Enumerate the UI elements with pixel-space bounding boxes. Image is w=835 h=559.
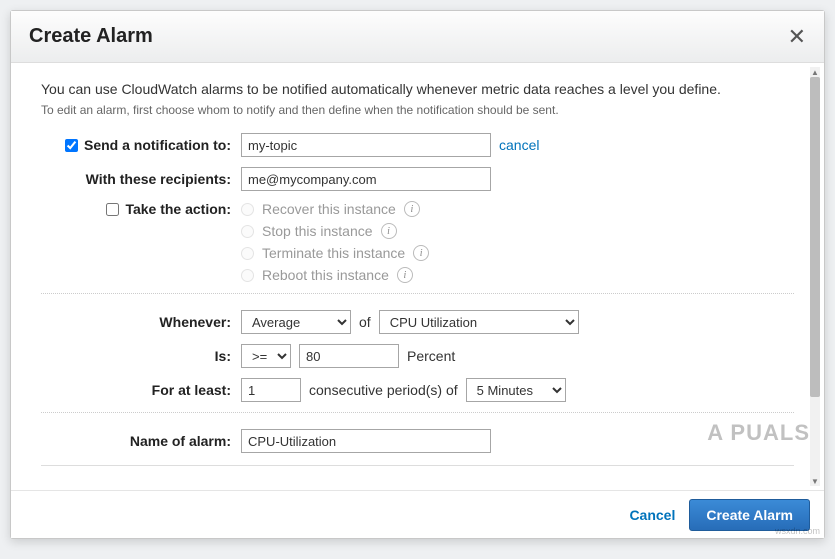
is-label: Is: [215, 348, 231, 364]
take-action-checkbox[interactable] [106, 203, 119, 216]
create-alarm-button[interactable]: Create Alarm [689, 499, 810, 531]
divider [41, 412, 794, 413]
take-action-label: Take the action: [125, 201, 231, 217]
sub-intro-text: To edit an alarm, first choose whom to n… [41, 103, 794, 117]
divider [41, 293, 794, 294]
action-reboot-radio[interactable] [241, 269, 254, 282]
info-icon[interactable]: i [397, 267, 413, 283]
info-icon[interactable]: i [404, 201, 420, 217]
statistic-select[interactable]: Average [241, 310, 351, 334]
action-recover: Recover this instance i [241, 201, 420, 217]
action-reboot: Reboot this instance i [241, 267, 413, 283]
threshold-input[interactable] [299, 344, 399, 368]
consecutive-text: consecutive period(s) of [309, 382, 458, 398]
action-terminate: Terminate this instance i [241, 245, 429, 261]
recipients-label: With these recipients: [86, 171, 231, 187]
action-recover-radio[interactable] [241, 203, 254, 216]
row-for-at-least: For at least: consecutive period(s) of 5… [41, 378, 794, 402]
percent-text: Percent [407, 348, 455, 364]
info-icon[interactable]: i [381, 223, 397, 239]
action-reboot-label: Reboot this instance [262, 267, 389, 283]
notification-cancel-link[interactable]: cancel [499, 137, 539, 153]
periods-input[interactable] [241, 378, 301, 402]
scrollbar-thumb[interactable] [810, 77, 820, 397]
notification-topic-input[interactable] [241, 133, 491, 157]
alarm-name-label: Name of alarm: [130, 433, 231, 449]
dialog-header: Create Alarm ✕ [11, 11, 824, 63]
alarm-name-input[interactable] [241, 429, 491, 453]
dialog-footer: Cancel Create Alarm [11, 490, 824, 538]
info-icon[interactable]: i [413, 245, 429, 261]
row-whenever: Whenever: Average of CPU Utilization [41, 310, 794, 334]
action-stop: Stop this instance i [241, 223, 397, 239]
create-alarm-dialog: Create Alarm ✕ You can use CloudWatch al… [10, 10, 825, 539]
dialog-title: Create Alarm [29, 25, 153, 48]
action-terminate-radio[interactable] [241, 247, 254, 260]
of-text: of [359, 314, 371, 330]
row-alarm-name: Name of alarm: [41, 429, 794, 453]
dialog-scroll-area: You can use CloudWatch alarms to be noti… [11, 63, 824, 490]
action-terminate-label: Terminate this instance [262, 245, 405, 261]
metric-select[interactable]: CPU Utilization [379, 310, 579, 334]
action-stop-radio[interactable] [241, 225, 254, 238]
scroll-up-icon[interactable]: ▲ [810, 67, 820, 77]
row-recipients: With these recipients: [41, 167, 794, 191]
scrollbar[interactable]: ▲ ▼ [810, 67, 820, 486]
recipients-input[interactable] [241, 167, 491, 191]
send-notification-checkbox[interactable] [65, 139, 78, 152]
intro-text: You can use CloudWatch alarms to be noti… [41, 81, 794, 97]
row-is: Is: >= Percent [41, 344, 794, 368]
scroll-down-icon[interactable]: ▼ [810, 476, 820, 486]
send-notification-label: Send a notification to: [84, 137, 231, 153]
action-stop-label: Stop this instance [262, 223, 373, 239]
cancel-button[interactable]: Cancel [629, 507, 675, 523]
row-take-action: Take the action: Recover this instance i… [41, 201, 794, 283]
row-send-notification: Send a notification to: cancel [41, 133, 794, 157]
whenever-label: Whenever: [159, 314, 231, 330]
action-recover-label: Recover this instance [262, 201, 396, 217]
operator-select[interactable]: >= [241, 344, 291, 368]
period-select[interactable]: 5 Minutes [466, 378, 566, 402]
for-label: For at least: [152, 382, 231, 398]
dialog-body: You can use CloudWatch alarms to be noti… [11, 63, 824, 490]
divider [41, 465, 794, 466]
close-icon[interactable]: ✕ [788, 24, 806, 50]
